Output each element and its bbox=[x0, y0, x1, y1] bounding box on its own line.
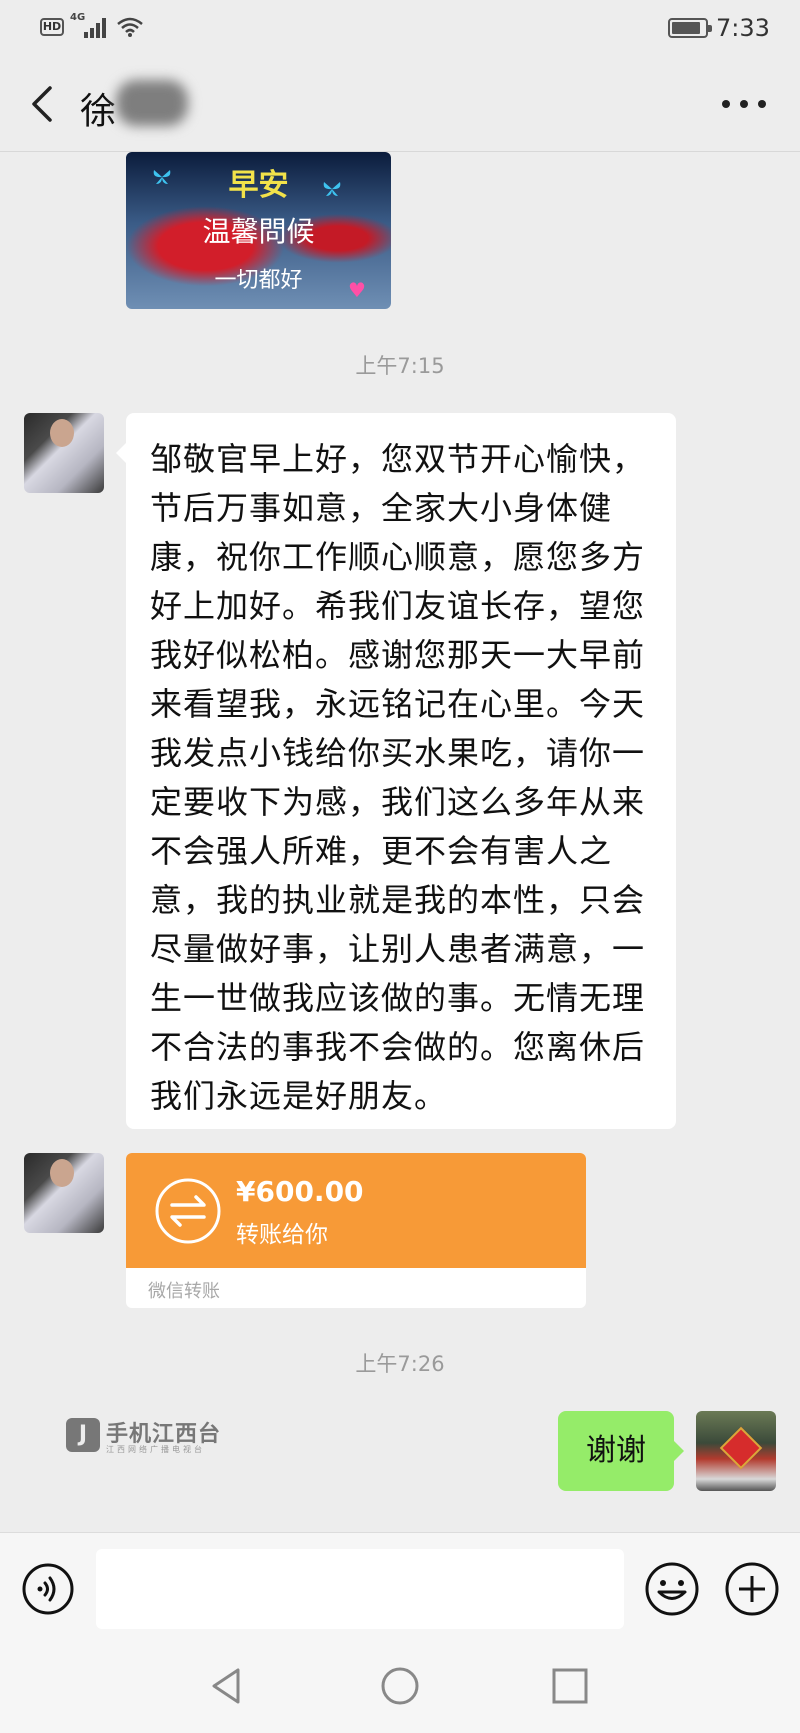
chat-header: 徐 bbox=[0, 56, 800, 152]
incoming-message-bubble[interactable]: 邹敬官早上好，您双节开心愉快，节后万事如意，全家大小身体健康，祝你工作顺心顺意，… bbox=[116, 413, 676, 1129]
contact-name: 徐 bbox=[80, 91, 117, 132]
greeting-title: 早安 bbox=[228, 168, 289, 203]
network-type: 4G bbox=[70, 12, 86, 23]
name-redaction bbox=[116, 80, 188, 126]
watermark-subtext: 江西网络广播电视台 bbox=[106, 1445, 205, 1454]
timestamp: 上午7:26 bbox=[355, 1352, 445, 1376]
nav-back-icon[interactable] bbox=[206, 1664, 250, 1708]
back-icon[interactable] bbox=[22, 78, 62, 130]
nav-recents-icon[interactable] bbox=[548, 1664, 592, 1708]
plus-icon[interactable] bbox=[724, 1561, 780, 1617]
contact-avatar[interactable] bbox=[24, 1153, 104, 1233]
input-bar bbox=[0, 1532, 800, 1642]
emoji-icon[interactable] bbox=[644, 1561, 700, 1617]
wifi-icon bbox=[117, 17, 143, 37]
greeting-subtitle: 温馨問候 bbox=[202, 215, 315, 248]
more-icon[interactable] bbox=[722, 92, 766, 116]
status-time: 7:33 bbox=[716, 14, 770, 42]
watermark: J 手机江西台 江西网络广播电视台 bbox=[66, 1416, 236, 1456]
heart-icon: ♥ bbox=[348, 278, 366, 302]
transfer-amount: ¥600.00 bbox=[236, 1175, 364, 1208]
timestamp: 上午7:15 bbox=[355, 354, 445, 378]
message-input[interactable] bbox=[96, 1549, 624, 1629]
nav-home-icon[interactable] bbox=[378, 1664, 422, 1708]
system-nav-bar bbox=[0, 1642, 800, 1733]
contact-avatar[interactable] bbox=[24, 413, 104, 493]
transfer-footer: 微信转账 bbox=[148, 1281, 220, 1302]
voice-icon[interactable] bbox=[22, 1563, 74, 1615]
status-bar: HD 4G 7:33 bbox=[0, 0, 800, 56]
self-avatar[interactable] bbox=[696, 1411, 776, 1491]
message-text: 邹敬官早上好，您双节开心愉快，节后万事如意，全家大小身体健康，祝你工作顺心顺意，… bbox=[150, 440, 646, 1115]
watermark-logo: J bbox=[66, 1418, 100, 1452]
transfer-icon bbox=[155, 1178, 221, 1244]
transfer-body: ¥600.00 转账给你 bbox=[126, 1153, 586, 1268]
hd-badge: HD bbox=[40, 18, 64, 36]
transfer-label: 转账给你 bbox=[236, 1222, 328, 1248]
greeting-image[interactable]: 早安 温馨問候 一切都好 ♥ bbox=[126, 152, 391, 309]
transfer-card[interactable]: ¥600.00 转账给你 微信转账 bbox=[126, 1153, 586, 1308]
outgoing-message-bubble[interactable]: 谢谢 bbox=[558, 1411, 684, 1491]
battery-icon bbox=[668, 18, 712, 38]
signal-icon bbox=[84, 16, 110, 38]
